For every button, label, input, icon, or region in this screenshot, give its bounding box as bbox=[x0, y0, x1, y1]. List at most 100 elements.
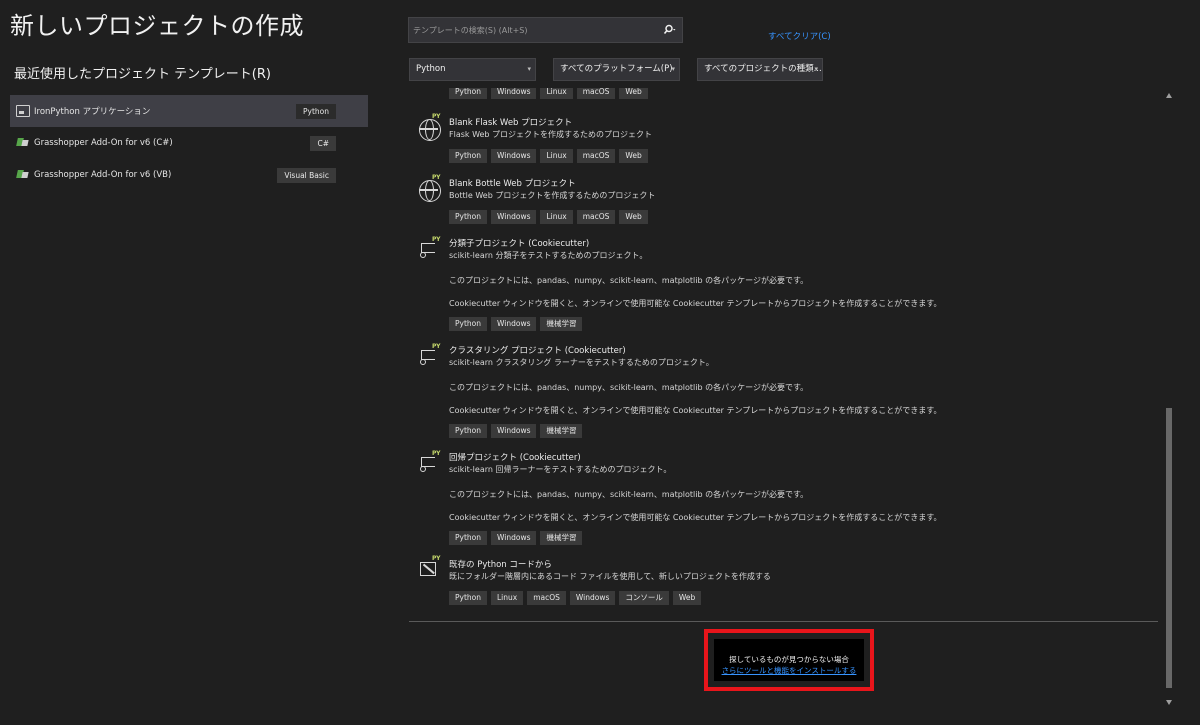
language-tag: Visual Basic bbox=[277, 168, 336, 183]
results-divider bbox=[409, 621, 1158, 622]
template-tag: Windows bbox=[491, 531, 537, 545]
template-tags: Python Windows Linux macOS Web bbox=[449, 210, 648, 224]
not-found-panel: 探しているものが見つからない場合 さらにツールと機能をインストールする bbox=[714, 639, 864, 681]
clear-all-link[interactable]: すべてクリア(C) bbox=[768, 30, 831, 42]
template-note: このプロジェクトには、pandas、numpy、scikit-learn、mat… bbox=[449, 276, 809, 285]
template-tag: Python bbox=[449, 424, 487, 438]
template-description: scikit-learn 分類子をテストするためのプロジェクト。 bbox=[449, 251, 648, 260]
template-tags: Python Windows 機械学習 bbox=[449, 531, 583, 545]
chevron-down-icon: ▾ bbox=[671, 65, 675, 73]
chevron-down-icon: ▾ bbox=[814, 65, 818, 73]
template-tag: Windows bbox=[491, 424, 537, 438]
template-tag: Windows bbox=[491, 149, 537, 163]
not-found-highlight: 探しているものが見つからない場合 さらにツールと機能をインストールする bbox=[704, 629, 874, 691]
template-tag: Web bbox=[619, 210, 648, 224]
template-tag: Linux bbox=[540, 149, 573, 163]
chevron-down-icon: ▾ bbox=[527, 65, 531, 73]
recent-templates-heading: 最近使用したプロジェクト テンプレート(R) bbox=[14, 67, 271, 82]
template-tag: Web bbox=[619, 88, 648, 99]
search-icon[interactable] bbox=[656, 18, 682, 42]
recent-item-label: Grasshopper Add-On for v6 (VB) bbox=[34, 170, 172, 180]
template-tag: Python bbox=[449, 317, 487, 331]
template-item-existing-code[interactable]: PY 既存の Python コードから 既にフォルダー階層内にあるコード ファイ… bbox=[409, 555, 1157, 610]
template-name: 既存の Python コードから bbox=[449, 560, 552, 570]
project-type-filter-value: すべてのプロジェクトの種類... bbox=[704, 64, 822, 74]
grasshopper-icon bbox=[16, 137, 30, 149]
recent-item-grasshopper-cs[interactable]: Grasshopper Add-On for v6 (C#) C# bbox=[10, 127, 368, 159]
template-tag: Windows bbox=[569, 591, 616, 605]
template-note: Cookiecutter ウィンドウを開くと、オンラインで使用可能な Cooki… bbox=[449, 406, 942, 415]
template-tag: 機械学習 bbox=[540, 531, 583, 545]
existing-code-python-icon: PY bbox=[419, 555, 441, 580]
template-tag: Python bbox=[449, 149, 487, 163]
template-note: このプロジェクトには、pandas、numpy、scikit-learn、mat… bbox=[449, 490, 809, 499]
template-tag: macOS bbox=[576, 88, 616, 99]
language-tag: C# bbox=[310, 136, 336, 151]
project-type-filter-dropdown[interactable]: すべてのプロジェクトの種類... ▾ bbox=[697, 58, 823, 81]
template-search bbox=[408, 17, 683, 43]
template-tag: Python bbox=[449, 531, 487, 545]
template-tags: Python Linux macOS Windows コンソール Web bbox=[449, 591, 702, 605]
platform-filter-value: すべてのプラットフォーム(P) bbox=[560, 64, 673, 74]
not-found-text: 探しているものが見つからない場合 bbox=[729, 655, 849, 664]
template-tag: Linux bbox=[540, 88, 573, 99]
scroll-down-arrow-icon[interactable] bbox=[1166, 700, 1172, 705]
template-description: scikit-learn クラスタリング ラーナーをテストするためのプロジェクト… bbox=[449, 358, 714, 367]
template-tags: Python Windows Linux macOS Web bbox=[449, 88, 648, 99]
monitor-icon bbox=[16, 105, 30, 117]
template-tag: Windows bbox=[491, 210, 537, 224]
template-note: このプロジェクトには、pandas、numpy、scikit-learn、mat… bbox=[449, 383, 809, 392]
globe-python-icon: PY bbox=[419, 113, 441, 141]
template-tag: Web bbox=[672, 591, 702, 605]
template-description: scikit-learn 回帰ラーナーをテストするためのプロジェクト。 bbox=[449, 465, 672, 474]
recent-item-label: Grasshopper Add-On for v6 (C#) bbox=[34, 138, 173, 148]
template-tag: Python bbox=[449, 210, 487, 224]
template-item-clustering[interactable]: PY クラスタリング プロジェクト (Cookiecutter) scikit-… bbox=[409, 343, 1157, 442]
cookiecutter-python-icon: PY bbox=[419, 343, 441, 366]
template-description: Bottle Web プロジェクトを作成するためのプロジェクト bbox=[449, 191, 656, 200]
search-input[interactable] bbox=[409, 18, 656, 42]
template-name: Blank Flask Web プロジェクト bbox=[449, 118, 573, 128]
template-tags: Python Windows 機械学習 bbox=[449, 317, 583, 331]
language-tag: Python bbox=[296, 104, 336, 119]
template-item-blank-flask[interactable]: PY Blank Flask Web プロジェクト Flask Web プロジェ… bbox=[409, 113, 1157, 168]
platform-filter-dropdown[interactable]: すべてのプラットフォーム(P) ▾ bbox=[553, 58, 680, 81]
template-tag: Linux bbox=[540, 210, 573, 224]
template-name: 回帰プロジェクト (Cookiecutter) bbox=[449, 453, 581, 463]
template-tag: 機械学習 bbox=[540, 317, 583, 331]
scrollbar-thumb[interactable] bbox=[1166, 408, 1172, 688]
template-tag: Python bbox=[449, 88, 487, 99]
recent-templates-list: IronPython アプリケーション Python Grasshopper A… bbox=[10, 95, 368, 191]
template-tag: Linux bbox=[491, 591, 524, 605]
template-item-blank-bottle[interactable]: PY Blank Bottle Web プロジェクト Bottle Web プロ… bbox=[409, 174, 1157, 229]
scroll-up-arrow-icon[interactable] bbox=[1166, 93, 1172, 98]
globe-python-icon: PY bbox=[419, 174, 441, 202]
results-scrollbar[interactable] bbox=[1163, 93, 1175, 705]
template-item-classifier[interactable]: PY 分類子プロジェクト (Cookiecutter) scikit-learn… bbox=[409, 236, 1157, 335]
recent-item-grasshopper-vb[interactable]: Grasshopper Add-On for v6 (VB) Visual Ba… bbox=[10, 159, 368, 191]
template-name: 分類子プロジェクト (Cookiecutter) bbox=[449, 239, 590, 249]
template-tag: Web bbox=[619, 149, 648, 163]
template-item-regression[interactable]: PY 回帰プロジェクト (Cookiecutter) scikit-learn … bbox=[409, 450, 1157, 549]
install-tools-link[interactable]: さらにツールと機能をインストールする bbox=[714, 665, 864, 676]
recent-item-label: IronPython アプリケーション bbox=[34, 107, 151, 117]
template-tag: 機械学習 bbox=[540, 424, 583, 438]
cookiecutter-python-icon: PY bbox=[419, 450, 441, 473]
template-name: クラスタリング プロジェクト (Cookiecutter) bbox=[449, 346, 626, 356]
template-results-list: Python Windows Linux macOS Web PY Blank … bbox=[409, 88, 1157, 620]
template-tag: Windows bbox=[491, 88, 537, 99]
template-tags: Python Windows Linux macOS Web bbox=[449, 149, 648, 163]
page-title: 新しいプロジェクトの作成 bbox=[10, 12, 304, 40]
template-tag: macOS bbox=[576, 210, 616, 224]
grasshopper-icon bbox=[16, 169, 30, 181]
recent-item-ironpython[interactable]: IronPython アプリケーション Python bbox=[10, 95, 368, 127]
template-tags: Python Windows 機械学習 bbox=[449, 424, 583, 438]
template-note: Cookiecutter ウィンドウを開くと、オンラインで使用可能な Cooki… bbox=[449, 513, 942, 522]
template-description: 既にフォルダー階層内にあるコード ファイルを使用して、新しいプロジェクトを作成す… bbox=[449, 572, 771, 581]
language-filter-dropdown[interactable]: Python ▾ bbox=[409, 58, 536, 81]
template-tag: コンソール bbox=[619, 591, 669, 605]
template-note: Cookiecutter ウィンドウを開くと、オンラインで使用可能な Cooki… bbox=[449, 299, 942, 308]
template-name: Blank Bottle Web プロジェクト bbox=[449, 179, 576, 189]
template-tag: macOS bbox=[527, 591, 566, 605]
template-description: Flask Web プロジェクトを作成するためのプロジェクト bbox=[449, 130, 653, 139]
